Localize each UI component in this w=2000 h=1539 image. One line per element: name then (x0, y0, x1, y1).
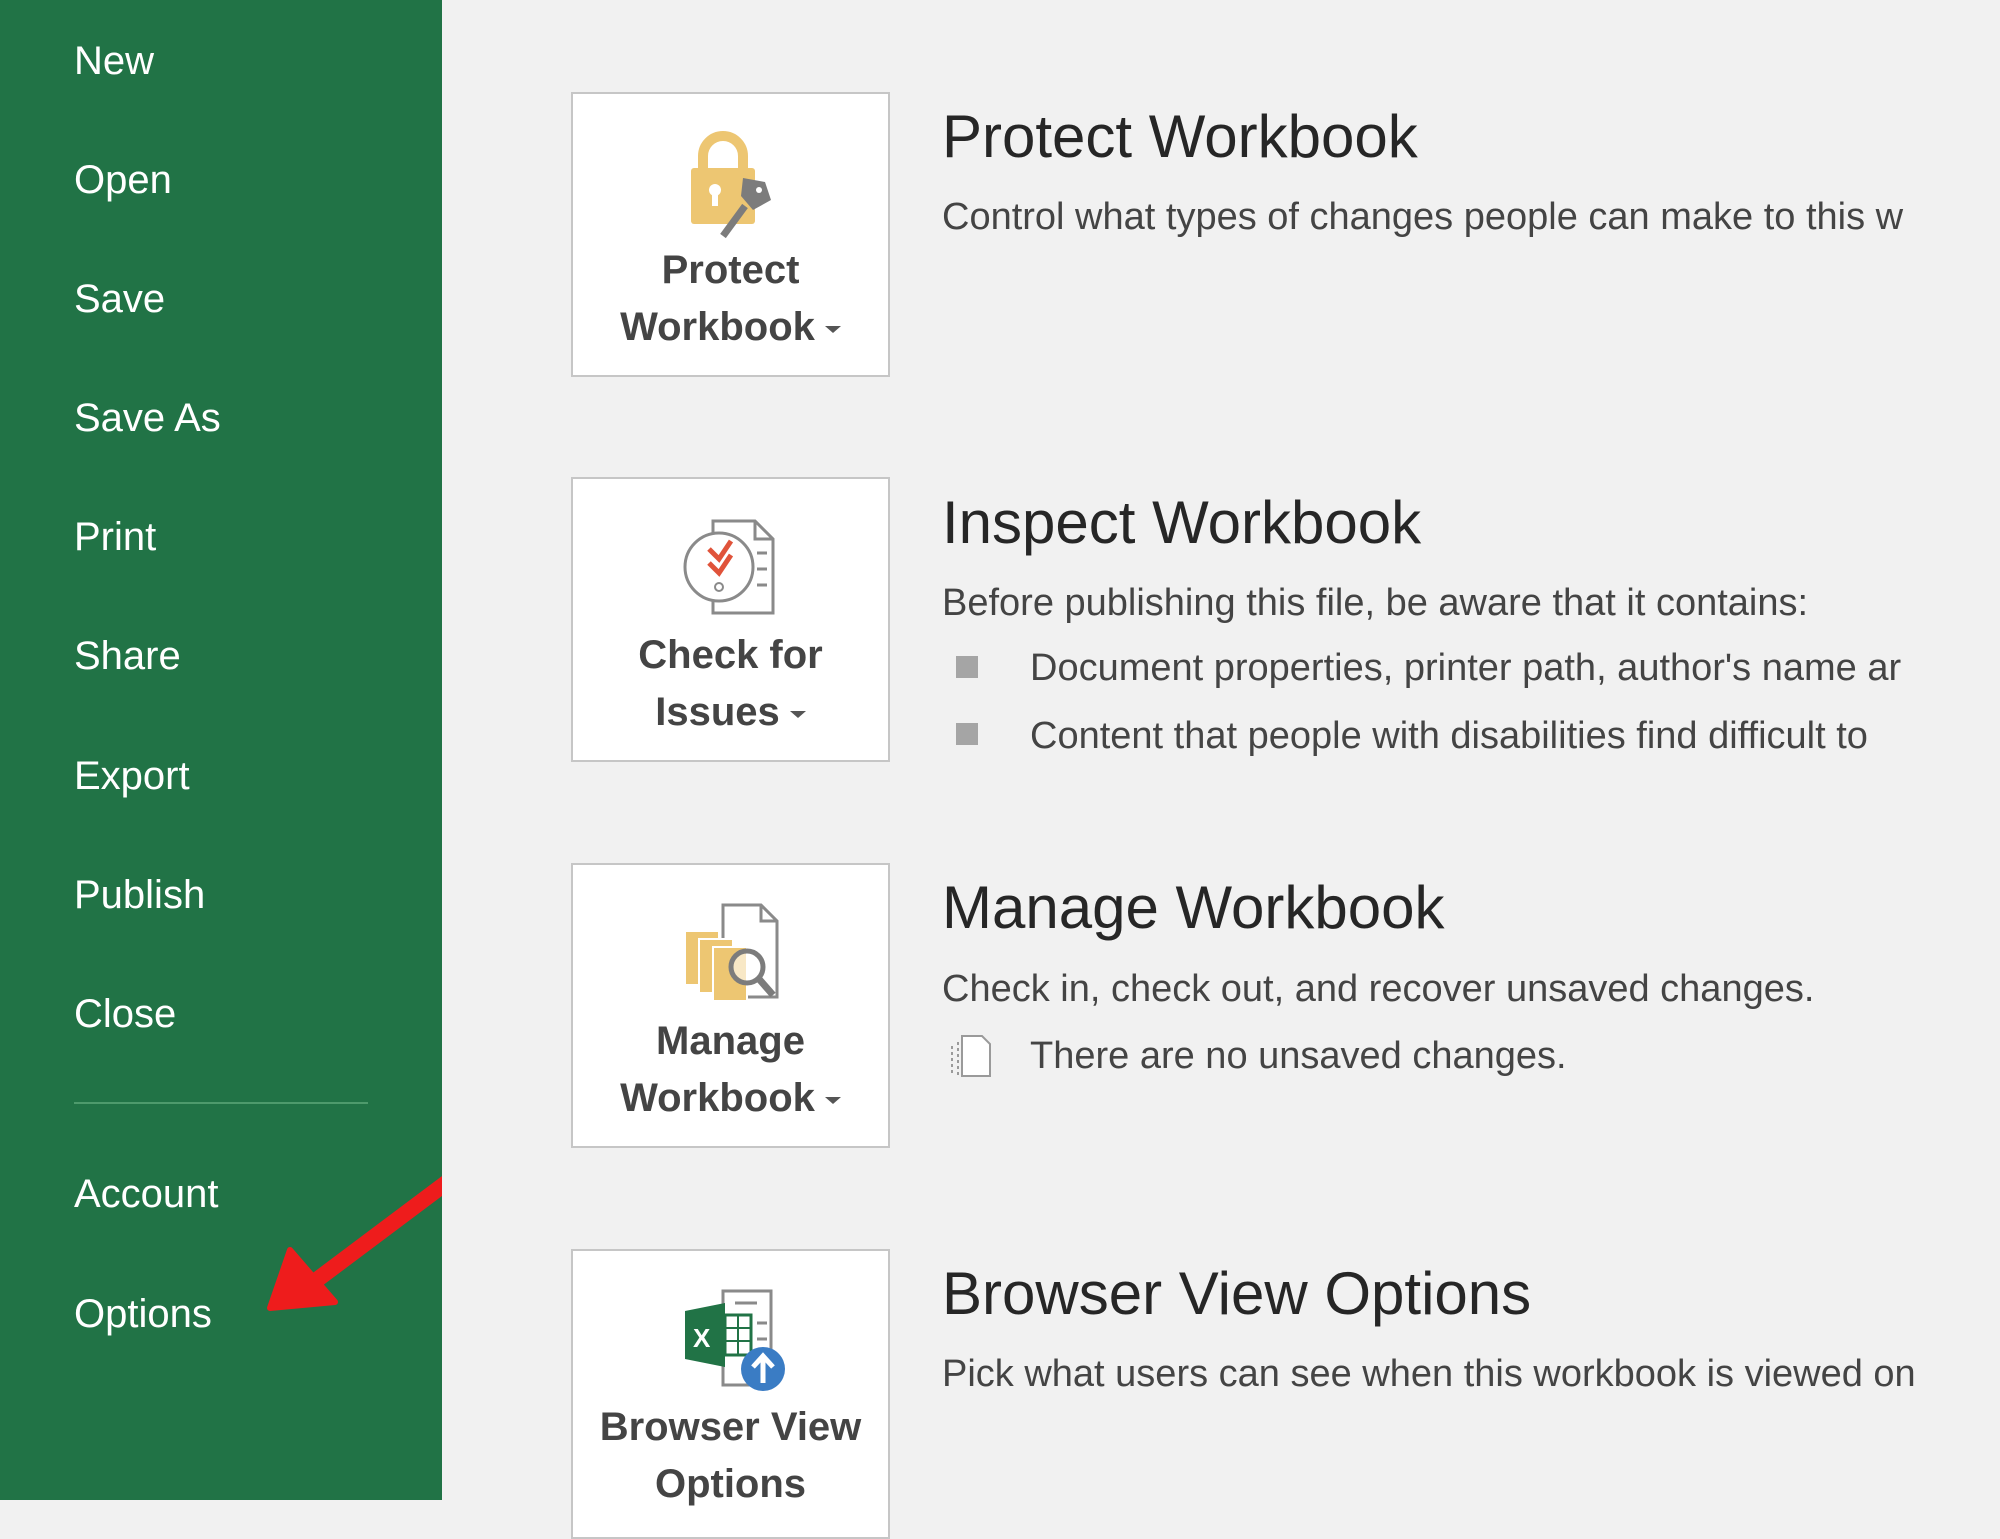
unsaved-changes-note: There are no unsaved changes. (1030, 1035, 1567, 1077)
manage-workbook-button[interactable]: Manage Workbook (571, 863, 890, 1148)
browser-view-options-label: Browser View Options (599, 1405, 862, 1506)
protect-workbook-button[interactable]: Protect Workbook (571, 92, 890, 377)
nav-close[interactable]: Close (74, 990, 176, 1038)
manage-workbook-label: Manage Workbook (573, 1013, 888, 1127)
nav-export[interactable]: Export (74, 752, 190, 800)
dropdown-caret-icon (789, 710, 806, 718)
unsaved-document-icon (951, 1035, 991, 1077)
nav-divider (74, 1102, 368, 1104)
nav-open[interactable]: Open (74, 156, 172, 204)
svg-text:X: X (693, 1323, 711, 1353)
check-for-issues-label: Check for Issues (638, 633, 823, 734)
protect-workbook-label: Protect Workbook (573, 242, 888, 356)
bullet-icon (956, 723, 978, 745)
inspect-workbook-title: Inspect Workbook (942, 489, 1422, 556)
excel-browser-view-icon: X (685, 1289, 785, 1391)
manage-versions-icon (684, 903, 779, 1002)
dropdown-caret-icon (824, 325, 841, 333)
check-for-issues-button[interactable]: Check for Issues (571, 477, 890, 762)
nav-print[interactable]: Print (74, 513, 156, 561)
dropdown-caret-icon (824, 1096, 841, 1104)
info-pane: Protect Workbook Protect Workbook Contro… (442, 0, 2000, 1539)
nav-options[interactable]: Options (74, 1290, 212, 1338)
manage-workbook-title: Manage Workbook (942, 874, 1445, 941)
manage-workbook-description: Check in, check out, and recover unsaved… (942, 968, 1815, 1010)
nav-save[interactable]: Save (74, 275, 165, 323)
browser-view-options-description: Pick what users can see when this workbo… (942, 1353, 1916, 1395)
nav-save-as[interactable]: Save As (74, 394, 221, 442)
inspect-document-icon (683, 519, 775, 615)
browser-view-options-button[interactable]: X Browser View Options (571, 1249, 890, 1539)
inspect-workbook-description: Before publishing this file, be aware th… (942, 582, 1809, 624)
red-arrow-annotation (267, 1175, 454, 1311)
nav-publish[interactable]: Publish (74, 871, 205, 919)
bullet-icon (956, 656, 978, 678)
inspect-item-accessibility: Content that people with disabilities fi… (1030, 715, 1868, 757)
nav-new[interactable]: New (74, 37, 154, 85)
inspect-item-properties: Document properties, printer path, autho… (1030, 647, 1902, 689)
protect-workbook-title: Protect Workbook (942, 103, 1418, 170)
nav-account[interactable]: Account (74, 1170, 219, 1218)
nav-share[interactable]: Share (74, 632, 181, 680)
lock-key-icon (691, 131, 771, 239)
browser-view-options-title: Browser View Options (942, 1260, 1532, 1327)
protect-workbook-description: Control what types of changes people can… (942, 196, 1904, 238)
